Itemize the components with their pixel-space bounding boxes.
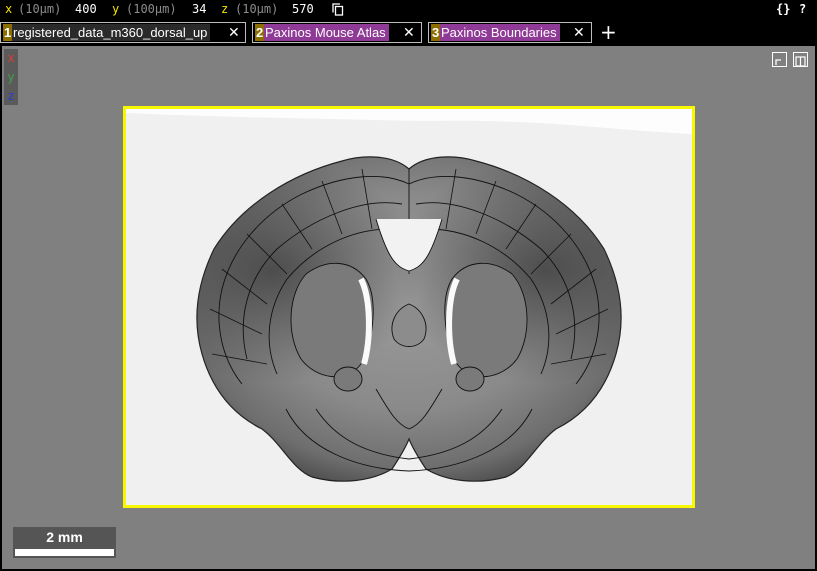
y-unit: (100µm) [126,2,177,16]
layer-number: 3 [431,24,441,41]
scale-bar: 2 mm [13,527,116,558]
json-state-button[interactable]: {} [776,0,790,19]
z-unit: (10µm) [235,2,279,16]
layer-tab-bar: 1 registered_data_m360_dorsal_up ✕ 2 Pax… [0,19,817,46]
help-button[interactable]: ? [799,0,806,19]
restore-view-icon[interactable] [772,52,787,67]
layer-tab-2[interactable]: 2 Paxinos Mouse Atlas ✕ [252,22,422,43]
x-unit: (10µm) [18,2,62,16]
axes-legend: x y z [4,49,18,105]
add-layer-button[interactable]: + [600,20,617,44]
layer-number: 1 [3,24,13,41]
close-icon[interactable]: ✕ [403,23,415,42]
layout-split-icon[interactable] [793,52,808,67]
copy-icon[interactable] [332,3,344,16]
z-axis-label: z [221,2,229,16]
x-coordinate-input[interactable]: 400 [75,0,97,19]
z-coordinate-input[interactable]: 570 [292,0,314,19]
close-icon[interactable]: ✕ [228,23,240,42]
y-coordinate-input[interactable]: 34 [192,0,206,19]
slice-view-panel[interactable]: x y z 2 mm [2,46,815,569]
x-axis-legend: x [7,51,15,65]
layer-tab-3[interactable]: 3 Paxinos Boundaries ✕ [428,22,592,43]
position-bar: x (10µm) 400 y (100µm) 34 z (10µm) 570 {… [0,0,817,19]
scale-bar-label: 2 mm [46,529,83,545]
x-axis-label: x [5,2,13,16]
y-axis-legend: y [7,70,15,84]
layer-number: 2 [255,24,265,41]
z-axis-legend: z [7,89,15,103]
scale-bar-line [15,549,114,556]
brain-section-graphic [126,109,692,482]
y-axis-label: y [112,2,120,16]
layer-name[interactable]: registered_data_m360_dorsal_up [12,24,211,41]
layer-name[interactable]: Paxinos Mouse Atlas [264,24,389,41]
close-icon[interactable]: ✕ [573,23,585,42]
layer-name[interactable]: Paxinos Boundaries [440,24,560,41]
layer-tab-1[interactable]: 1 registered_data_m360_dorsal_up ✕ [0,22,246,43]
brain-slice-image[interactable] [123,106,695,508]
